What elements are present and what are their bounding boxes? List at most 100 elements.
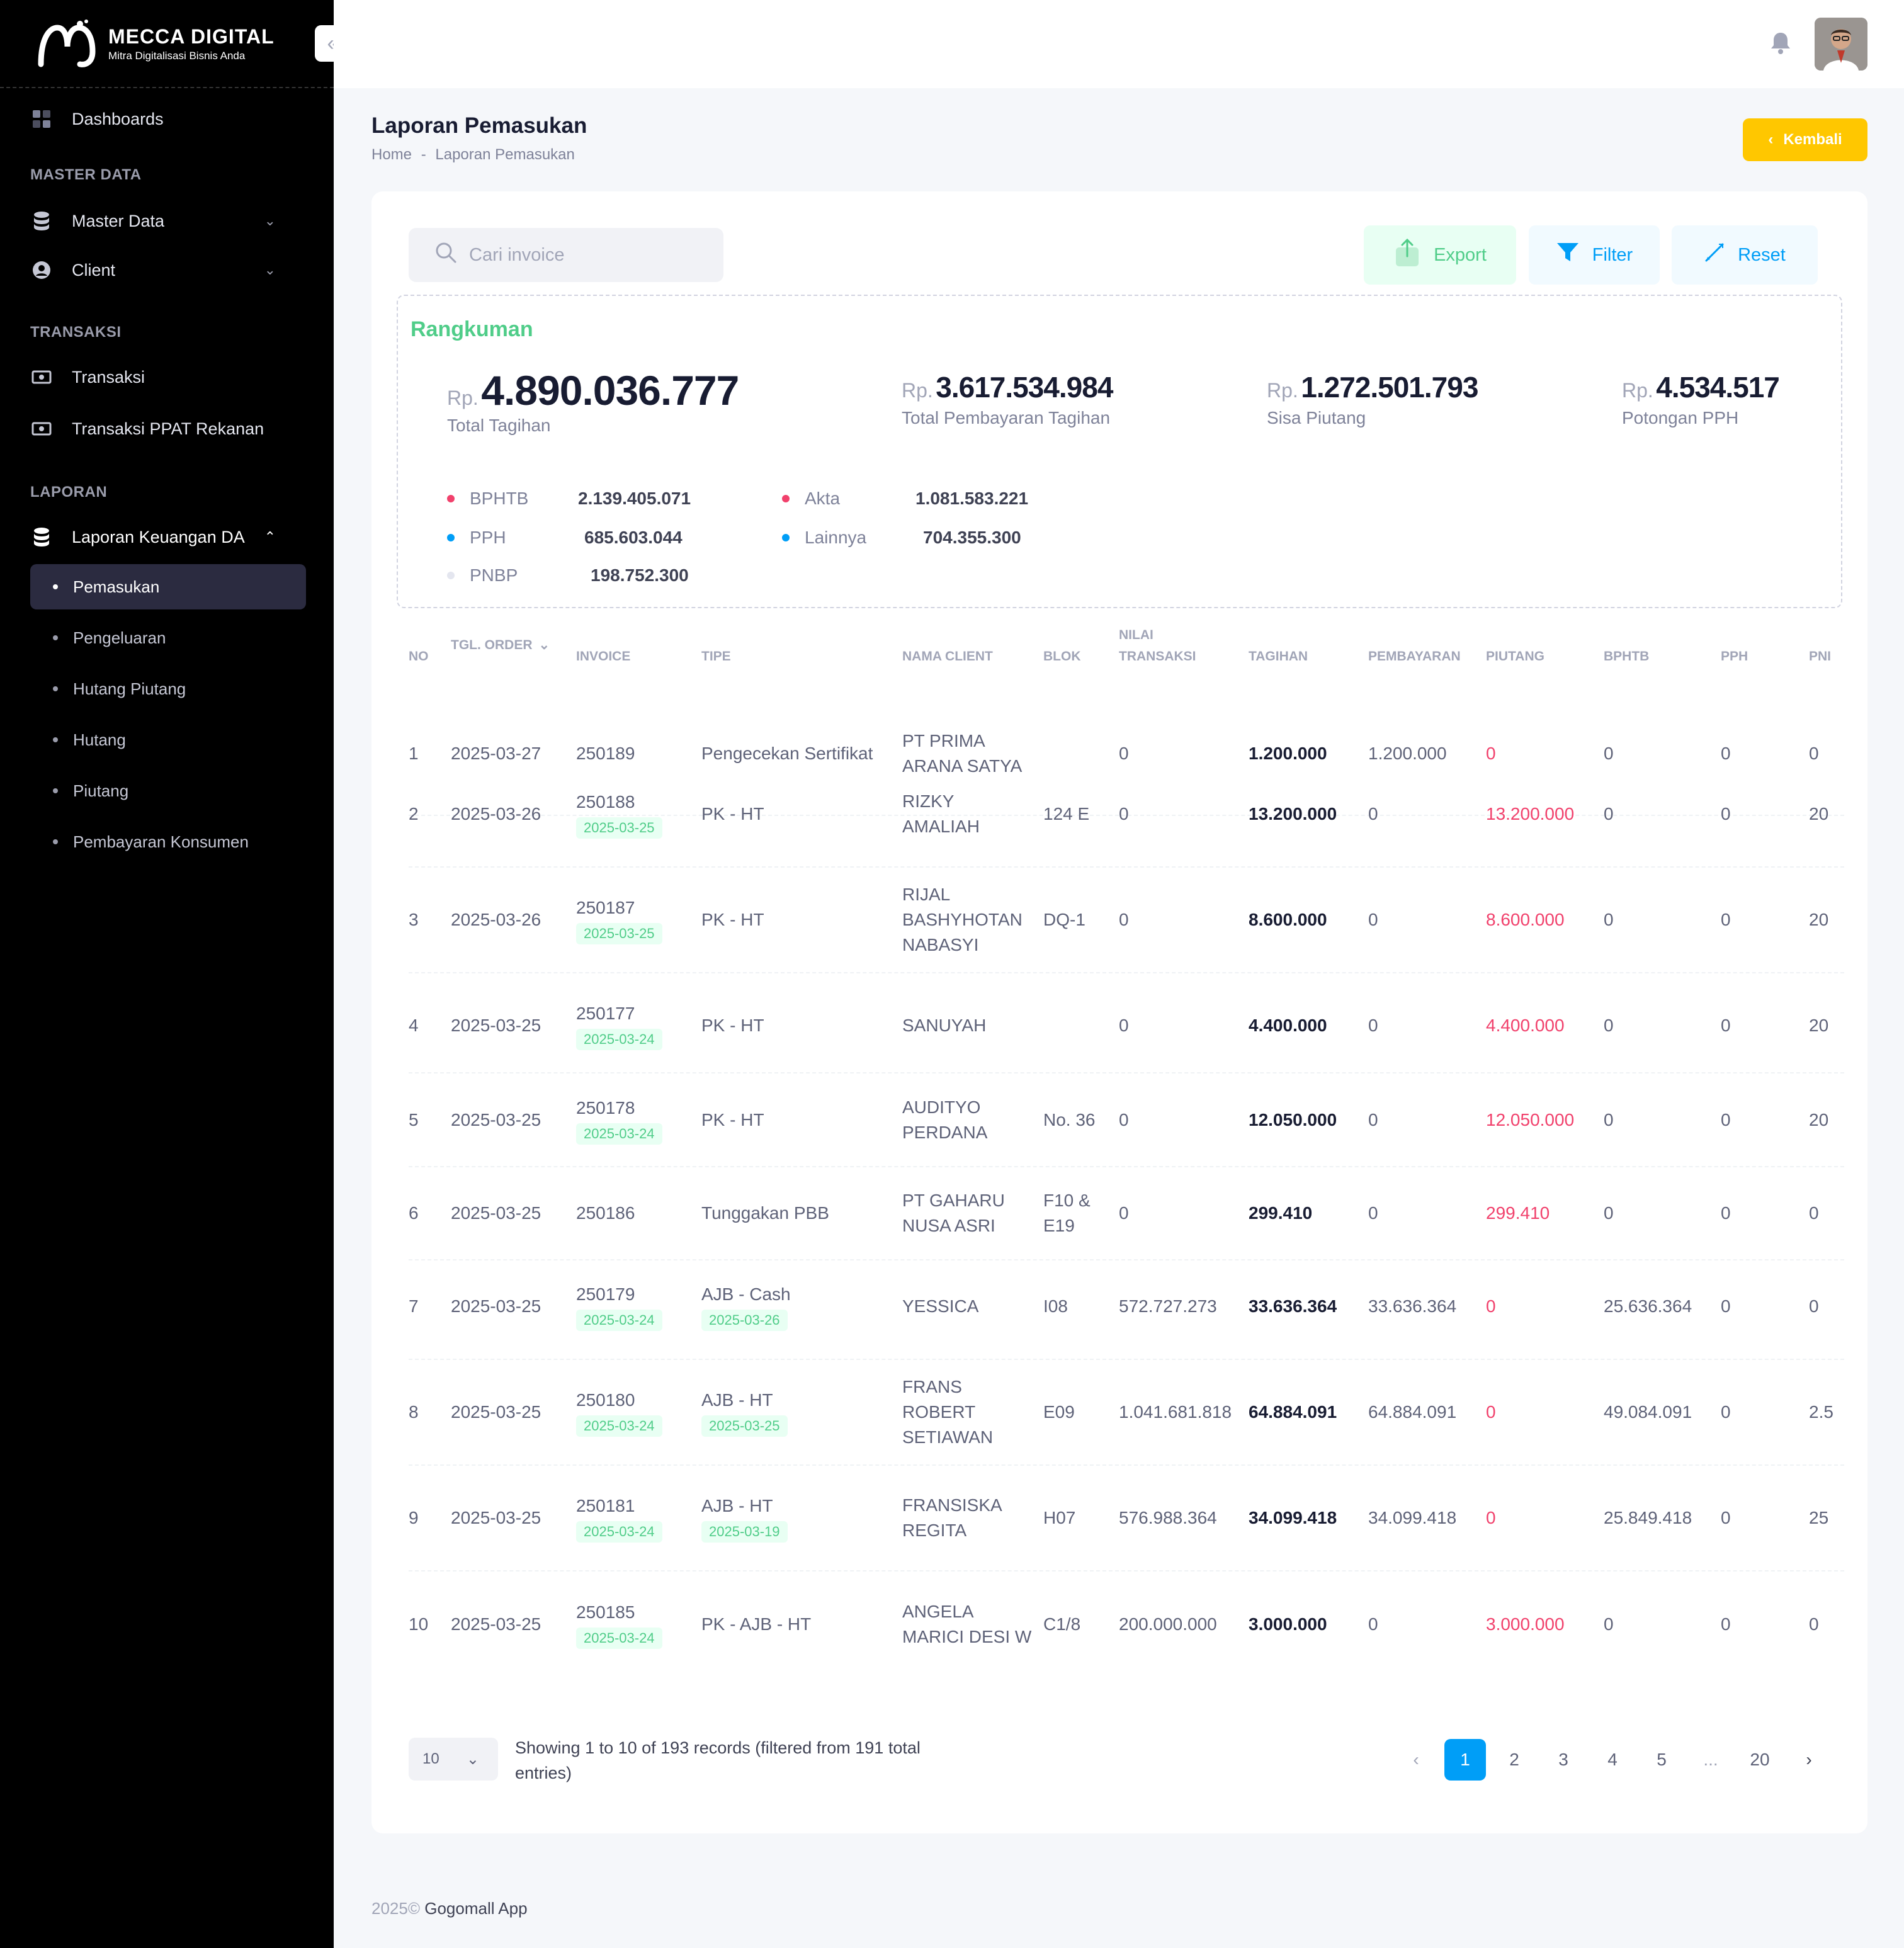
filter-button[interactable]: Filter [1529, 225, 1660, 285]
cell-invoice-text: 250188 [576, 792, 635, 812]
cell-tagihan: 299.410 [1249, 1167, 1365, 1259]
sidebar-item-transaksi-ppat[interactable]: Transaksi PPAT Rekanan [30, 404, 303, 453]
sidebar-item-dashboards[interactable]: Dashboards [30, 94, 303, 144]
sidebar-nav: Dashboards MASTER DATA Master Data ⌄ Cli… [0, 94, 334, 864]
cell-nilai-text: 576.988.364 [1119, 1508, 1217, 1527]
breakdown-akta: Akta 1.081.583.221 [782, 486, 1028, 511]
sidebar-subitem-piutang[interactable]: Piutang [30, 768, 306, 813]
currency-prefix: Rp. [1622, 379, 1653, 402]
col-tgl-order[interactable]: TGL. ORDER ⌄ [451, 635, 550, 656]
cell-client: FRANS ROBERT SETIAWAN [902, 1360, 1034, 1464]
cell-tagihan: 34.099.418 [1249, 1466, 1365, 1570]
sidebar-item-transaksi[interactable]: Transaksi [30, 353, 303, 402]
col-tipe: TIPE [701, 649, 731, 664]
cell-blok: I08 [1043, 1254, 1106, 1359]
breakdown-pnbp: PNBP 198.752.300 [447, 563, 689, 588]
table-row[interactable]: 3 2025-03-26 250187 2025-03-25 PK - HT RIJAL … [409, 868, 1844, 973]
cell-pembayaran-text: 64.884.091 [1368, 1402, 1457, 1422]
page-button-1[interactable]: 1 [1444, 1739, 1486, 1781]
cell-pembayaran: 0 [1368, 1574, 1482, 1675]
cell-pnbp-text: 20 [1809, 1110, 1829, 1130]
brand-logo-icon[interactable] [34, 18, 101, 69]
prev-page-button[interactable]: ‹ [1395, 1739, 1437, 1781]
section-transaksi: TRANSAKSI [30, 324, 122, 341]
page-button-20[interactable]: 20 [1739, 1739, 1781, 1781]
export-button[interactable]: Export [1364, 225, 1516, 285]
user-avatar[interactable] [1815, 18, 1867, 71]
cell-tagihan-text: 3.000.000 [1249, 1614, 1327, 1634]
back-button-label: Kembali [1783, 131, 1842, 148]
topbar [334, 0, 1904, 88]
cell-client-text: SANUYAH [902, 1016, 987, 1035]
table-row[interactable]: 4 2025-03-25 250177 2025-03-24 PK - HT SANUYA… [409, 979, 1844, 1073]
stat-total-pembayaran: Rp. 3.617.534.984 Total Pembayaran Tagih… [902, 370, 1113, 428]
sidebar-item-master-data[interactable]: Master Data ⌄ [30, 196, 303, 246]
page-button-3[interactable]: 3 [1543, 1739, 1584, 1781]
cell-bphtb-text: 25.636.364 [1604, 1296, 1692, 1316]
sidebar-item-client[interactable]: Client ⌄ [30, 246, 303, 295]
cell-pnbp: 20 [1809, 868, 1844, 972]
sidebar-item-laporan-keuangan[interactable]: Laporan Keuangan DA ⌃ [30, 512, 303, 562]
sidebar-subitem-pembayaran-konsumen[interactable]: Pembayaran Konsumen [30, 819, 306, 864]
cell-bphtb: 25.849.418 [1604, 1466, 1717, 1570]
cell-pnbp: 2.5 [1809, 1360, 1844, 1464]
cell-nilai-text: 1.041.681.818 [1119, 1402, 1232, 1422]
sidebar-subitem-hutang-piutang[interactable]: Hutang Piutang [30, 666, 306, 711]
breadcrumb-separator: - [421, 146, 426, 163]
cell-bphtb: 49.084.091 [1604, 1360, 1717, 1464]
cell-client-text: PT GAHARU NUSA ASRI [902, 1191, 1005, 1235]
cell-client-text: AUDITYO PERDANA [902, 1097, 988, 1142]
cell-pph: 0 [1721, 1466, 1803, 1570]
footer-app-link[interactable]: Gogomall App [424, 1899, 527, 1918]
back-button[interactable]: ‹ Kembali [1743, 118, 1867, 161]
report-card: Cari invoice Export Filter Reset Rangkum… [371, 191, 1867, 1833]
cell-nilai-text: 0 [1119, 1016, 1129, 1035]
cell-tgl: 2025-03-26 [451, 762, 570, 866]
reset-button[interactable]: Reset [1672, 225, 1818, 285]
sidebar-subitem-hutang[interactable]: Hutang [30, 717, 306, 762]
cell-invoice-text: 250177 [576, 1004, 635, 1023]
cell-bphtb: 0 [1604, 1574, 1717, 1675]
table-row[interactable]: 2 2025-03-26 250188 2025-03-25 PK - HT RIZKY … [409, 762, 1844, 868]
table-row[interactable]: 9 2025-03-25 250181 2025-03-24 AJB - HT 2025-… [409, 1466, 1844, 1571]
cell-pembayaran: 33.636.364 [1368, 1254, 1482, 1359]
cell-piutang-text: 4.400.000 [1486, 1016, 1565, 1035]
breakdown-value: 198.752.300 [591, 565, 689, 585]
page-button-2[interactable]: 2 [1493, 1739, 1535, 1781]
cell-client: FRANSISKA REGITA [902, 1466, 1034, 1570]
cell-blok-text: C1/8 [1043, 1614, 1081, 1634]
sidebar-subitem-pemasukan[interactable]: Pemasukan [30, 564, 306, 609]
table-row[interactable]: 5 2025-03-25 250178 2025-03-24 PK - HT AUDITY… [409, 1074, 1844, 1167]
cell-tipe: AJB - Cash 2025-03-26 [701, 1254, 897, 1359]
cell-invoice: 250181 2025-03-24 [576, 1466, 696, 1570]
page-button-5[interactable]: 5 [1641, 1739, 1682, 1781]
cell-bphtb: 25.636.364 [1604, 1254, 1717, 1359]
breadcrumb-home[interactable]: Home [371, 146, 412, 163]
col-bphtb: BPHTB [1604, 649, 1650, 664]
grid-icon [30, 108, 53, 130]
cell-no: 4 [409, 979, 446, 1072]
cell-pnbp-text: 20 [1809, 910, 1829, 929]
search-input[interactable]: Cari invoice [409, 228, 723, 282]
sidebar-subitem-pengeluaran[interactable]: Pengeluaran [30, 615, 306, 660]
table-row[interactable]: 8 2025-03-25 250180 2025-03-24 AJB - HT 2025-… [409, 1360, 1844, 1466]
table-row[interactable]: 6 2025-03-25 250186 Tunggakan PBB PT GAHARU … [409, 1167, 1844, 1260]
cell-blok: No. 36 [1043, 1074, 1106, 1166]
cell-invoice-text: 250179 [576, 1284, 635, 1304]
next-page-button[interactable]: › [1788, 1739, 1830, 1781]
cell-nilai: 0 [1119, 868, 1245, 972]
brand-title: MECCA DIGITAL [108, 25, 275, 48]
cell-pembayaran-text: 33.636.364 [1368, 1296, 1457, 1316]
date-badge: 2025-03-19 [701, 1521, 788, 1543]
page-button-4[interactable]: 4 [1592, 1739, 1633, 1781]
records-info: Showing 1 to 10 of 193 records (filtered… [515, 1738, 921, 1782]
cell-nilai-text: 0 [1119, 1110, 1129, 1130]
cell-invoice: 250179 2025-03-24 [576, 1254, 696, 1359]
cell-pph-text: 0 [1721, 1508, 1731, 1527]
page-size-select[interactable]: 10 ⌄ [409, 1738, 498, 1781]
table-row[interactable]: 10 2025-03-25 250185 2025-03-24 PK - AJB - H… [409, 1574, 1844, 1675]
table-row[interactable]: 7 2025-03-25 250179 2025-03-24 AJB - Cash 202… [409, 1254, 1844, 1360]
legend-dot [447, 495, 455, 502]
cell-pph-text: 0 [1721, 1016, 1731, 1035]
notification-bell-icon[interactable] [1768, 30, 1793, 55]
